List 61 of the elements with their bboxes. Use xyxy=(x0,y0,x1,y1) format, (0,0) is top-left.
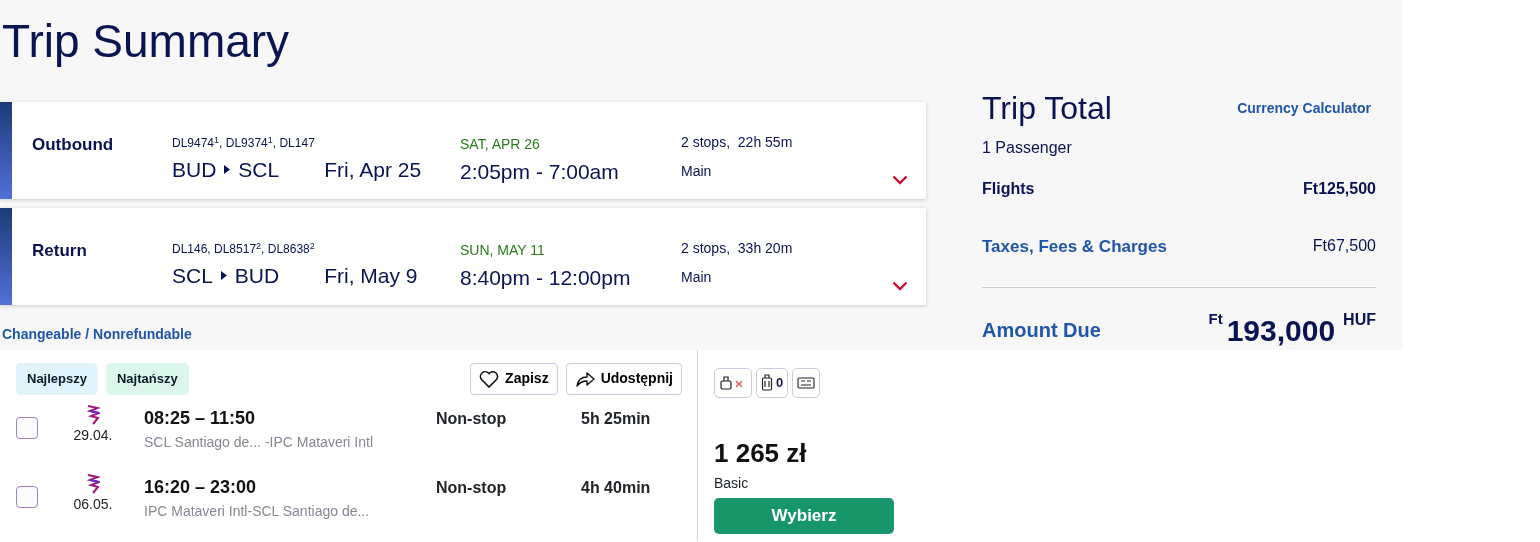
flight-times: 16:20 – 23:00 xyxy=(144,475,258,499)
duration-text: 5h 25min xyxy=(581,409,651,427)
heart-icon xyxy=(479,369,500,388)
airport-code: BUD xyxy=(234,263,280,289)
passenger-count: 1 Passenger xyxy=(982,139,1072,156)
share-button[interactable]: Udostępnij xyxy=(565,363,682,395)
page-title: Trip Summary xyxy=(2,14,291,69)
chevron-down-icon[interactable] xyxy=(892,281,908,291)
card-icon xyxy=(797,376,816,390)
select-button[interactable]: Wybierz xyxy=(714,498,894,534)
flight-times: 08:25 – 11:50 xyxy=(144,406,257,430)
taxes-fees-link[interactable]: Taxes, Fees & Charges xyxy=(982,234,1167,260)
total-amount: 193,000 xyxy=(1226,312,1336,349)
stops-text: Non-stop xyxy=(436,478,507,496)
section-title: Trip Total xyxy=(982,89,1112,128)
baggage-count: 0 xyxy=(776,374,784,393)
departure-date: Fri, May 9 xyxy=(324,263,418,289)
airline-logo-icon xyxy=(86,404,100,425)
arrow-icon xyxy=(220,271,227,281)
flight-date: 29.04. xyxy=(73,425,113,445)
flight-times: 2:05pm - 7:00am xyxy=(460,159,620,185)
arrow-icon xyxy=(224,165,231,175)
cabin-class: Main xyxy=(681,269,712,285)
stops-duration: 2 stops, 22h 55m xyxy=(681,134,793,150)
result-tag: Najtańszy xyxy=(106,363,189,395)
route-text: IPC Mataveri Intl-SCL Santiago de... xyxy=(144,501,371,521)
result-tag: Najlepszy xyxy=(16,363,98,395)
flight-date: 06.05. xyxy=(73,494,113,514)
stops-duration: 2 stops, 33h 20m xyxy=(681,240,793,256)
flight-numbers: DL146, DL8517$^{2}$, DL8638$^{2}$ xyxy=(172,240,316,258)
line-amount: Ft125,500 xyxy=(1303,179,1376,199)
share-icon xyxy=(574,369,595,388)
departure-date: Fri, Apr 25 xyxy=(324,157,422,183)
arrival-day: SUN, MAY 11 xyxy=(460,240,681,261)
arrival-day: SAT, APR 26 xyxy=(460,134,681,155)
line-label: Flights xyxy=(982,179,1035,199)
chevron-down-icon[interactable] xyxy=(892,175,908,185)
duration-text: 4h 40min xyxy=(581,478,651,496)
checkbox[interactable] xyxy=(16,485,38,508)
line-amount: Ft67,500 xyxy=(1312,236,1376,256)
route-text: SCL Santiago de... -IPC Mataveri Intl xyxy=(144,432,375,452)
fare-class: Basic xyxy=(714,475,749,491)
currency-symbol: Ft xyxy=(1208,308,1223,329)
flight-numbers: DL9474$^{1}$, DL9374$^{1}$, DL147 xyxy=(172,134,316,152)
currency-code: HUF xyxy=(1343,309,1376,330)
suitcase-icon xyxy=(761,374,773,392)
flight-times: 8:40pm - 12:00pm xyxy=(460,265,632,291)
airline-logo-icon xyxy=(86,473,100,494)
save-button[interactable]: Zapisz xyxy=(470,363,558,395)
airport-code: SCL xyxy=(172,263,213,289)
airport-code: BUD xyxy=(172,157,217,183)
cabin-class: Main xyxy=(681,163,712,179)
airport-code: SCL xyxy=(238,157,280,183)
amount-due-label: Amount Due xyxy=(982,318,1101,343)
segment-label: Return xyxy=(32,241,87,260)
price: 1 265 zł xyxy=(714,437,808,470)
segment-label: Outbound xyxy=(32,135,114,154)
stops-text: Non-stop xyxy=(436,409,507,427)
checkbox[interactable] xyxy=(16,416,38,439)
currency-calculator-link[interactable]: Currency Calculator xyxy=(1237,97,1371,119)
fare-rules-link[interactable]: Changeable / Nonrefundable xyxy=(2,324,192,345)
